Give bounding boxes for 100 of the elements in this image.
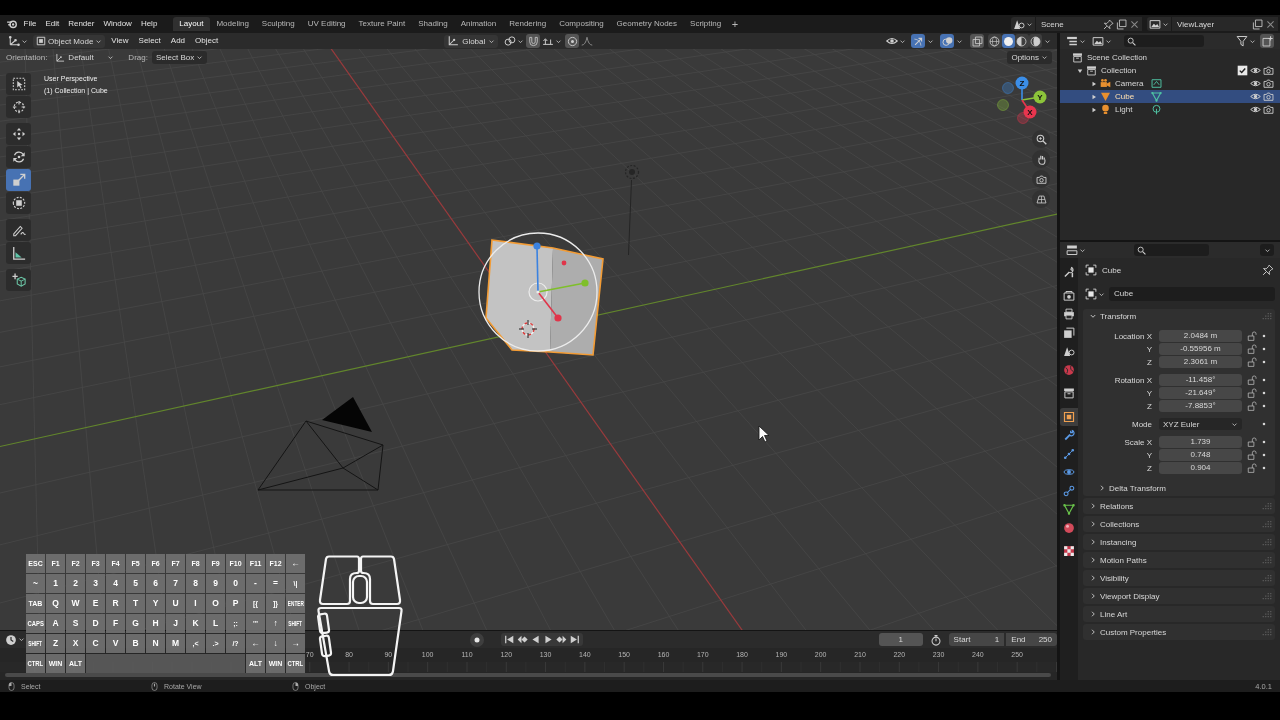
panel-header[interactable]: Motion Paths xyxy=(1083,552,1275,568)
rotate-tool[interactable] xyxy=(6,146,31,168)
outliner-row[interactable]: Scene Collection xyxy=(1060,51,1280,64)
camera-icon[interactable] xyxy=(1263,65,1274,76)
axis-button[interactable]: X xyxy=(1023,105,1037,119)
editor-type-button[interactable] xyxy=(8,34,28,48)
expand-arrow-icon[interactable] xyxy=(1090,105,1098,114)
orientation-dropdown[interactable]: Default xyxy=(51,51,119,64)
number-field[interactable]: -7.8853° xyxy=(1159,400,1242,412)
editor-type-button[interactable] xyxy=(1066,243,1086,257)
grip-icon[interactable] xyxy=(1262,591,1272,601)
workspace-tab[interactable]: UV Editing xyxy=(301,17,353,31)
filter-dropdown[interactable] xyxy=(1236,34,1256,48)
scene-selector[interactable] xyxy=(1011,17,1035,31)
scrollbar[interactable] xyxy=(5,673,1051,677)
camera-view-button[interactable] xyxy=(1032,170,1050,188)
transform-gizmo[interactable] xyxy=(478,232,598,352)
triangle-outline-icon[interactable] xyxy=(1151,91,1162,102)
close-icon[interactable] xyxy=(1129,18,1140,30)
end-frame-field[interactable]: End 250 xyxy=(1006,633,1057,646)
search-field[interactable] xyxy=(1134,244,1209,256)
panel-header[interactable]: Viewport Display xyxy=(1083,588,1275,604)
name-field[interactable]: Cube xyxy=(1109,287,1275,301)
grip-icon[interactable] xyxy=(1262,573,1272,583)
options-dropdown[interactable]: Options xyxy=(1007,51,1052,64)
new-collection-button[interactable] xyxy=(1260,34,1274,48)
menu-item[interactable]: Help xyxy=(136,17,162,31)
logo-icon[interactable] xyxy=(6,18,18,30)
workspace-tab[interactable]: Geometry Nodes xyxy=(610,17,684,31)
search-field[interactable] xyxy=(1124,35,1204,47)
pan-button[interactable] xyxy=(1032,150,1050,168)
editor-type-button[interactable] xyxy=(5,632,25,647)
panel-header[interactable]: Relations xyxy=(1083,498,1275,514)
shading-button[interactable] xyxy=(1015,34,1029,48)
workspace-tab[interactable]: Sculpting xyxy=(255,17,302,31)
cube-object[interactable] xyxy=(485,239,604,356)
close-icon[interactable] xyxy=(1265,18,1276,30)
eye-icon[interactable] xyxy=(1250,91,1261,102)
filter-layer-dropdown[interactable] xyxy=(1092,34,1112,48)
workspace-tab[interactable]: Layout xyxy=(172,17,210,31)
camera-icon[interactable] xyxy=(1263,104,1274,115)
number-field[interactable]: -0.55956 m xyxy=(1159,343,1242,355)
grip-icon[interactable] xyxy=(1262,311,1272,321)
dropdown-field[interactable]: XYZ Euler xyxy=(1159,418,1242,430)
eye-icon[interactable] xyxy=(1250,65,1261,76)
view-layer-field[interactable]: ViewLayer xyxy=(1172,17,1278,31)
mode-dropdown[interactable]: Object Mode xyxy=(33,34,106,48)
grip-icon[interactable] xyxy=(1262,609,1272,619)
play-icon[interactable] xyxy=(542,634,554,645)
outliner-row[interactable]: Cube xyxy=(1060,90,1280,103)
drag-dropdown[interactable]: Select Box xyxy=(151,51,208,64)
previous-keyframe-icon[interactable] xyxy=(516,634,528,645)
checkbox[interactable] xyxy=(1237,65,1248,76)
annotate-tool[interactable] xyxy=(6,219,31,241)
pin-icon[interactable] xyxy=(1262,264,1274,276)
select-box-tool[interactable] xyxy=(6,73,31,95)
workspace-tab[interactable]: Scripting xyxy=(683,17,728,31)
workspace-tab[interactable]: Modeling xyxy=(209,17,256,31)
cursor-tool[interactable] xyxy=(6,96,31,118)
padlock-icon[interactable] xyxy=(1247,357,1257,367)
falloff-curve-icon[interactable] xyxy=(581,35,594,47)
menu-item[interactable]: Object xyxy=(190,34,224,48)
outliner-row[interactable]: Camera xyxy=(1060,77,1280,90)
padlock-icon[interactable] xyxy=(1247,401,1257,411)
expand-arrow-icon[interactable] xyxy=(1090,92,1098,101)
panel-header[interactable]: Collections xyxy=(1083,516,1275,532)
panel-header[interactable]: Custom Properties xyxy=(1083,624,1275,640)
menu-item[interactable]: View xyxy=(106,34,134,48)
overlays-toggle[interactable] xyxy=(940,34,954,48)
snap-toggle[interactable] xyxy=(526,34,541,48)
bulb-outline-icon[interactable] xyxy=(1151,104,1162,115)
workspace-tab[interactable]: Rendering xyxy=(502,17,553,31)
view-layer-selector[interactable] xyxy=(1147,17,1171,31)
navigation-gizmo[interactable]: Z Y X xyxy=(994,73,1050,128)
zoom-button[interactable] xyxy=(1032,130,1050,148)
menu-item[interactable]: Edit xyxy=(40,17,64,31)
stopwatch-icon[interactable] xyxy=(929,633,942,646)
panel-header[interactable]: Transform xyxy=(1083,309,1275,323)
measure-tool[interactable] xyxy=(6,242,31,264)
grip-icon[interactable] xyxy=(1262,555,1272,565)
padlock-icon[interactable] xyxy=(1247,437,1257,447)
workspace-tab[interactable]: Shading xyxy=(411,17,455,31)
add-workspace-button[interactable]: + xyxy=(727,17,743,31)
shading-button[interactable] xyxy=(1028,34,1042,48)
panel-header[interactable]: Visibility xyxy=(1083,570,1275,586)
scale-tool[interactable] xyxy=(6,169,31,191)
number-field[interactable]: 2.0484 m xyxy=(1159,330,1242,342)
grip-icon[interactable] xyxy=(1262,519,1272,529)
panel-header[interactable]: Instancing xyxy=(1083,534,1275,550)
xray-toggle[interactable] xyxy=(970,34,984,48)
move-tool[interactable] xyxy=(6,123,31,145)
number-field[interactable]: 2.3061 m xyxy=(1159,356,1242,368)
number-field[interactable]: -21.649° xyxy=(1159,387,1242,399)
orientation-dropdown[interactable]: Global xyxy=(444,34,499,48)
number-field[interactable]: 0.904 xyxy=(1159,462,1242,474)
outliner-row[interactable]: Collection xyxy=(1060,64,1280,77)
next-keyframe-icon[interactable] xyxy=(555,634,567,645)
padlock-icon[interactable] xyxy=(1247,463,1257,473)
number-field[interactable]: 0.748 xyxy=(1159,449,1242,461)
padlock-icon[interactable] xyxy=(1247,344,1257,354)
